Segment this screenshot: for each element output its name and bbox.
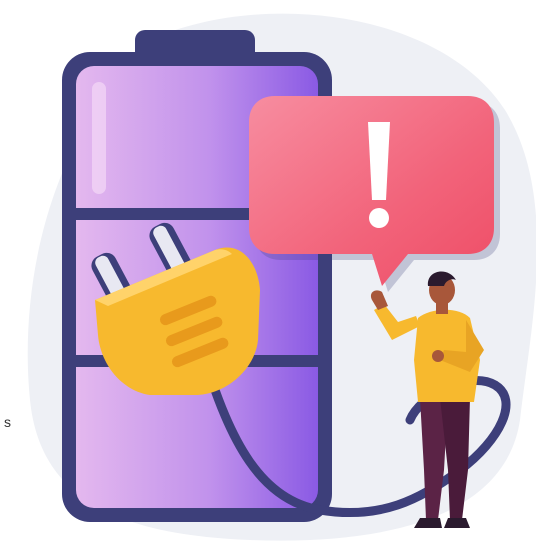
illustration-stage: s xyxy=(0,0,536,547)
battery-warning-illustration xyxy=(27,13,536,541)
exclamation-icon xyxy=(368,122,390,228)
stray-text-fragment: s xyxy=(4,414,11,430)
